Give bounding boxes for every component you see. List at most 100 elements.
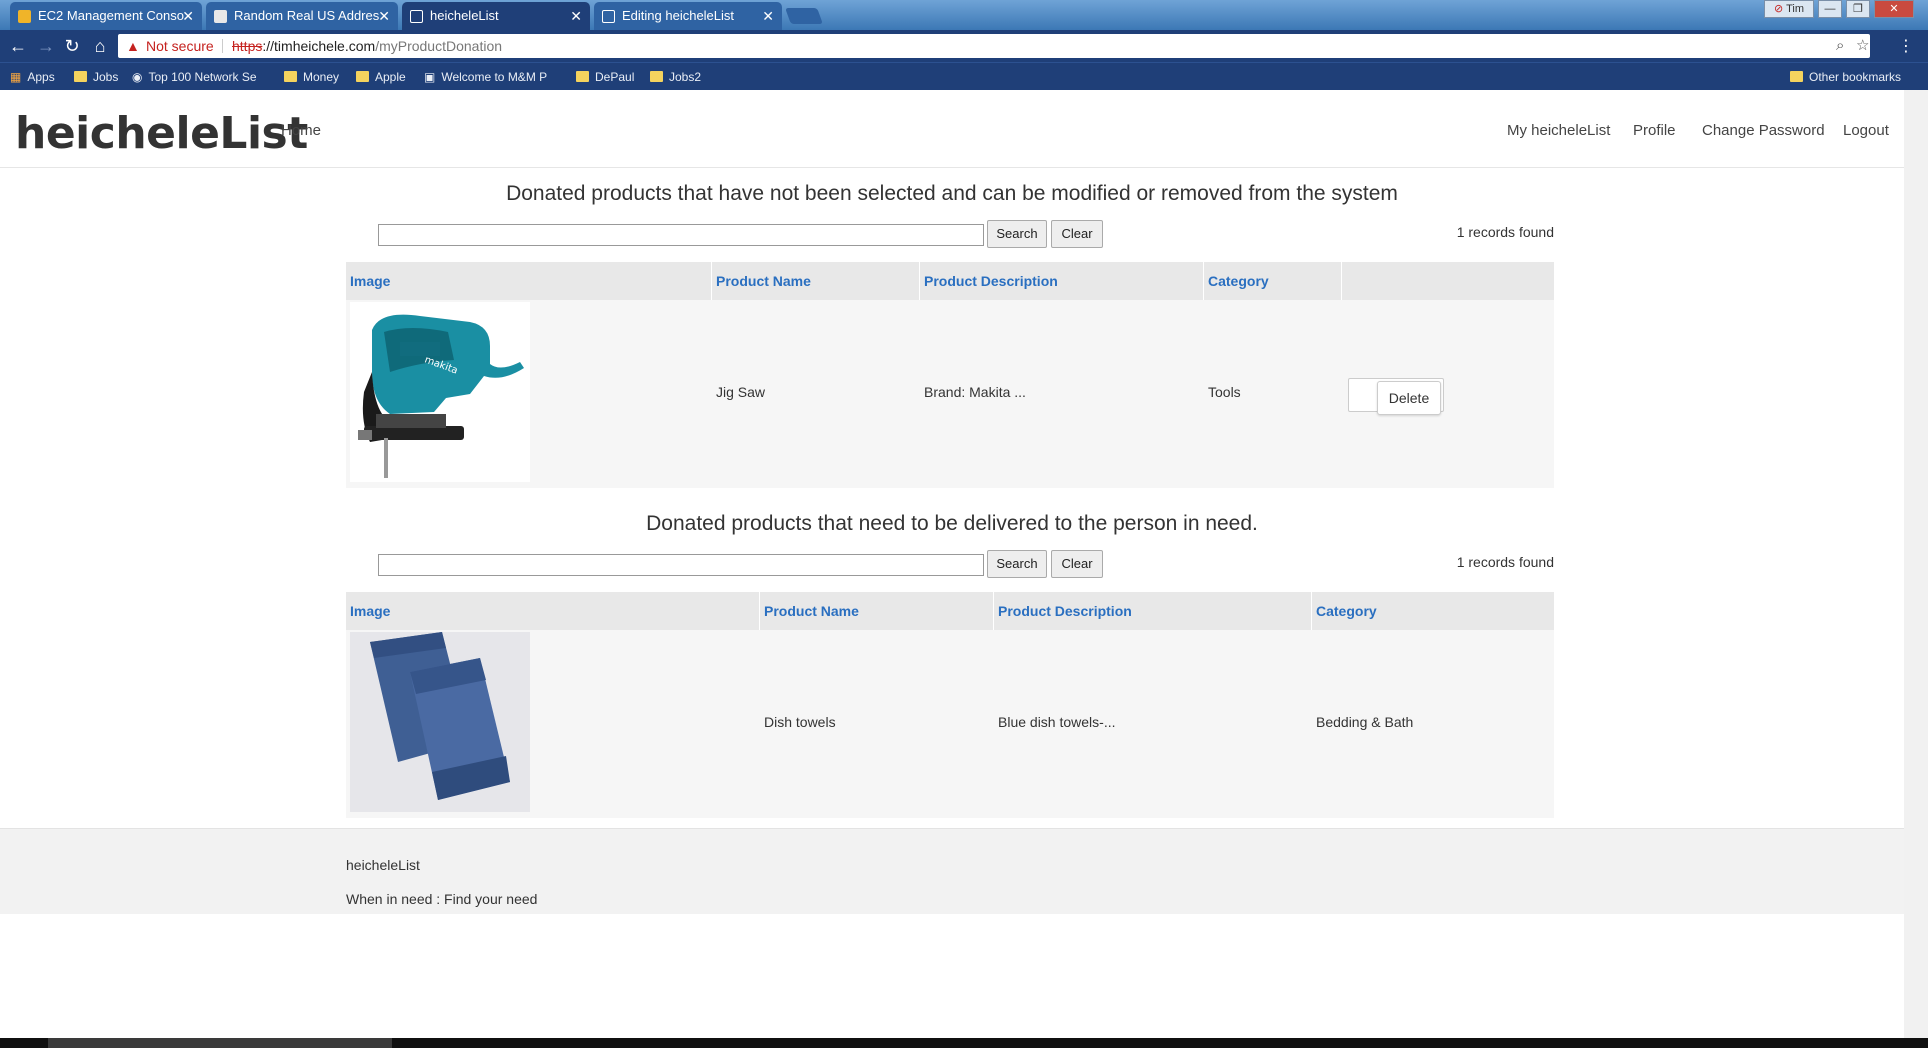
nav-change-password[interactable]: Change Password: [1702, 122, 1825, 139]
tab-editing[interactable]: Editing heicheleList ✕: [594, 2, 782, 30]
product-image-jig-saw: makita: [350, 302, 530, 482]
site-brand[interactable]: heicheleList: [15, 108, 308, 159]
folder-icon: [1790, 71, 1803, 82]
profile-button[interactable]: ⊘ Tim: [1764, 0, 1814, 18]
url-text[interactable]: https://timheichele.com/myProductDonatio…: [232, 34, 502, 58]
close-icon[interactable]: ✕: [570, 2, 582, 30]
bookmark-label: Jobs: [93, 70, 119, 84]
column-category[interactable]: Category: [1312, 592, 1554, 630]
url-scheme: https: [232, 38, 263, 54]
taskbar: [0, 1038, 1928, 1048]
column-product-name[interactable]: Product Name: [760, 592, 994, 630]
folder-icon: [284, 71, 297, 82]
tab-strip: EC2 Management Conso ✕ Random Real US Ad…: [0, 0, 1928, 30]
bookmark-mm[interactable]: ▣ Welcome to M&M P: [424, 69, 547, 85]
product-name: Dish towels: [764, 714, 836, 730]
bookmark-jobs2[interactable]: Jobs2: [650, 69, 701, 85]
nav-profile[interactable]: Profile: [1633, 122, 1676, 139]
document-icon: [410, 10, 423, 23]
section2-search-input[interactable]: [378, 554, 984, 576]
product-image-dish-towels: [350, 632, 530, 812]
product-description: Brand: Makita ...: [924, 384, 1026, 400]
restore-button[interactable]: ❐: [1846, 0, 1870, 18]
url-host: ://timheichele.com: [262, 38, 376, 54]
dish-towels-icon: [350, 632, 530, 812]
url-path: /myProductDonation: [375, 38, 503, 54]
bookmark-apple[interactable]: Apple: [356, 69, 406, 85]
bookmark-network[interactable]: ◉ Top 100 Network Se: [132, 69, 257, 85]
page-icon: [214, 10, 227, 23]
product-category: Tools: [1208, 384, 1241, 400]
taskbar-item[interactable]: [48, 1038, 392, 1048]
browser-toolbar: ← → ↻ ⌂ ▲ Not secure https://timheichele…: [0, 30, 1928, 62]
close-icon[interactable]: ✕: [378, 2, 390, 30]
other-bookmarks[interactable]: Other bookmarks: [1790, 69, 1901, 85]
bookmark-money[interactable]: Money: [284, 69, 339, 85]
nav-my-list[interactable]: My heicheleList: [1507, 122, 1610, 139]
product-description: Blue dish towels-...: [998, 714, 1116, 730]
section1-clear-button[interactable]: Clear: [1051, 220, 1103, 248]
folder-icon: [650, 71, 663, 82]
reload-icon[interactable]: ↻: [62, 36, 82, 56]
close-icon[interactable]: ✕: [762, 2, 774, 30]
security-label[interactable]: Not secure: [146, 34, 214, 58]
tab-title: EC2 Management Conso: [38, 8, 184, 23]
bookmark-label: Other bookmarks: [1809, 70, 1902, 84]
profile-icon: ⊘: [1774, 3, 1784, 15]
section1-title: Donated products that have not been sele…: [506, 182, 1398, 205]
tab-random-address[interactable]: Random Real US Addres ✕: [206, 2, 398, 30]
section1-search-button[interactable]: Search: [987, 220, 1047, 248]
column-image[interactable]: Image: [346, 262, 712, 300]
apps-icon: ▦: [10, 70, 22, 84]
folder-icon: [356, 71, 369, 82]
warning-icon: ▲: [126, 38, 140, 54]
tab-heichelelist[interactable]: heicheleList ✕: [402, 2, 590, 30]
site-header: heicheleList Home My heicheleList Profil…: [0, 90, 1904, 168]
bookmark-label: Top 100 Network Se: [148, 70, 257, 84]
footer-brand: heicheleList: [346, 857, 420, 873]
page: heicheleList Home My heicheleList Profil…: [0, 90, 1904, 1038]
close-window-button[interactable]: ✕: [1874, 0, 1914, 18]
nav-home[interactable]: Home: [281, 122, 321, 139]
zoom-icon[interactable]: ⌕: [1836, 34, 1844, 58]
star-icon[interactable]: ☆: [1856, 34, 1869, 58]
table-row: makita Jig Saw Brand: Makita ... Tools D…: [346, 300, 1554, 488]
new-tab-button[interactable]: [785, 8, 823, 24]
section1-search-input[interactable]: [378, 224, 984, 246]
column-product-name[interactable]: Product Name: [712, 262, 920, 300]
menu-icon[interactable]: ⋮: [1898, 36, 1914, 56]
footer-tagline: When in need : Find your need: [346, 891, 538, 907]
page-icon: ▣: [424, 70, 436, 84]
tab-title: Editing heicheleList: [622, 8, 735, 23]
jig-saw-icon: makita: [350, 302, 530, 482]
table-header: Image Product Name Product Description C…: [346, 592, 1554, 630]
minimize-button[interactable]: —: [1818, 0, 1842, 18]
tab-title: Random Real US Addres: [234, 8, 380, 23]
address-bar[interactable]: ▲ Not secure https://timheichele.com/myP…: [118, 34, 1870, 58]
column-category[interactable]: Category: [1204, 262, 1342, 300]
back-icon[interactable]: ←: [8, 36, 28, 56]
section1-records-count: 1 records found: [1456, 224, 1554, 240]
document-icon: [602, 10, 615, 23]
section2-clear-button[interactable]: Clear: [1051, 550, 1103, 578]
row-actions: Delete: [1348, 378, 1444, 415]
folder-icon: [74, 71, 87, 82]
column-product-description[interactable]: Product Description: [920, 262, 1204, 300]
scrollbar[interactable]: [1904, 90, 1928, 1038]
bookmark-depaul[interactable]: DePaul: [576, 69, 634, 85]
bookmark-label: Jobs2: [669, 70, 702, 84]
column-image[interactable]: Image: [346, 592, 760, 630]
tab-ec2[interactable]: EC2 Management Conso ✕: [10, 2, 202, 30]
nav-logout[interactable]: Logout: [1843, 122, 1889, 139]
delete-button[interactable]: Delete: [1377, 381, 1441, 415]
bookmarks-bar: ▦ Apps Jobs ◉ Top 100 Network Se Money App…: [0, 62, 1928, 90]
forward-icon[interactable]: →: [36, 36, 56, 56]
column-product-description[interactable]: Product Description: [994, 592, 1312, 630]
bookmark-jobs[interactable]: Jobs: [74, 69, 118, 85]
site-footer: heicheleList When in need : Find your ne…: [0, 828, 1904, 914]
bookmark-apps[interactable]: ▦ Apps: [10, 69, 55, 85]
close-icon[interactable]: ✕: [182, 2, 194, 30]
table-header: Image Product Name Product Description C…: [346, 262, 1554, 300]
section2-search-button[interactable]: Search: [987, 550, 1047, 578]
home-icon[interactable]: ⌂: [90, 36, 110, 56]
